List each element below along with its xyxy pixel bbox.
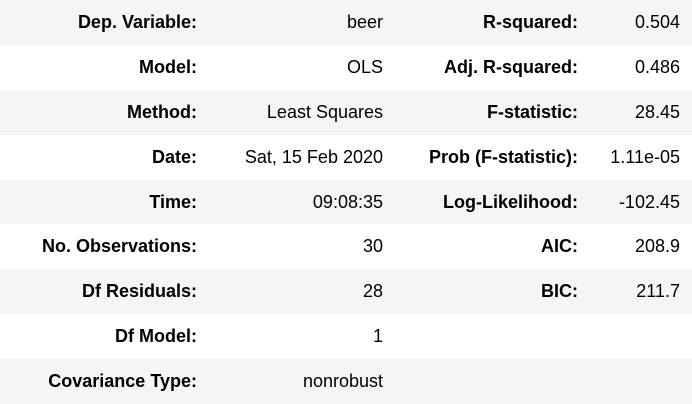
row-value: 09:08:35 bbox=[312, 191, 383, 212]
stat-label: Log-Likelihood: bbox=[443, 191, 578, 212]
row-value: Sat, 15 Feb 2020 bbox=[244, 146, 383, 167]
table-row: Method: Least Squares F-statistic: 28.45 bbox=[0, 89, 692, 135]
stat-value bbox=[578, 359, 692, 404]
stat-value: 1.11e-05 bbox=[610, 146, 680, 167]
table-row: Date: Sat, 15 Feb 2020 Prob (F-statistic):… bbox=[0, 135, 692, 180]
row-label: Covariance Type: bbox=[48, 371, 197, 392]
row-label: Df Model: bbox=[115, 326, 197, 347]
stat-label: Adj. R-squared: bbox=[443, 56, 578, 77]
stat-value: 0.504 bbox=[634, 11, 680, 32]
row-value: beer bbox=[346, 11, 383, 32]
stat-label: AIC: bbox=[541, 236, 578, 257]
stat-value: 211.7 bbox=[636, 281, 680, 302]
stat-label bbox=[383, 359, 578, 404]
table-row: Model: OLS Adj. R-squared: 0.486 bbox=[0, 45, 692, 90]
stat-label bbox=[383, 314, 578, 359]
row-label: Df Residuals: bbox=[81, 281, 197, 302]
stat-value: 208.9 bbox=[634, 236, 680, 257]
table-row: Time: 09:08:35 Log-Likelihood: -102.45 bbox=[0, 179, 692, 225]
row-label: Dep. Variable: bbox=[77, 11, 197, 32]
row-label: Date: bbox=[151, 146, 197, 167]
row-value: 30 bbox=[362, 236, 383, 257]
row-value: Least Squares bbox=[266, 101, 383, 122]
row-value: 1 bbox=[372, 326, 383, 347]
stat-value bbox=[578, 314, 692, 359]
row-label: Model: bbox=[139, 56, 197, 77]
stat-value: 0.486 bbox=[634, 56, 680, 77]
table-row: Df Model: 1 bbox=[0, 314, 692, 359]
table-row: Df Residuals: 28 BIC: 211.7 bbox=[0, 269, 692, 315]
table-row: Dep. Variable: beer R-squared: 0.504 bbox=[0, 0, 692, 45]
row-label: Time: bbox=[149, 191, 197, 212]
row-label: Method: bbox=[127, 101, 197, 122]
stat-label: BIC: bbox=[541, 281, 578, 302]
table-row: No. Observations: 30 AIC: 208.9 bbox=[0, 224, 692, 269]
stat-label: F-statistic: bbox=[486, 101, 578, 122]
row-value: 28 bbox=[362, 281, 383, 302]
row-label: No. Observations: bbox=[41, 236, 197, 257]
stat-label: Prob (F-statistic): bbox=[428, 146, 578, 167]
ols-summary-table: Dep. Variable: beer R-squared: 0.504 Model: O… bbox=[0, 0, 692, 404]
row-value: nonrobust bbox=[302, 371, 383, 392]
stat-label: R-squared: bbox=[482, 11, 578, 32]
row-value: OLS bbox=[346, 56, 383, 77]
table-row: Covariance Type: nonrobust bbox=[0, 359, 692, 404]
stat-value: -102.45 bbox=[618, 191, 680, 212]
stat-value: 28.45 bbox=[634, 101, 680, 122]
